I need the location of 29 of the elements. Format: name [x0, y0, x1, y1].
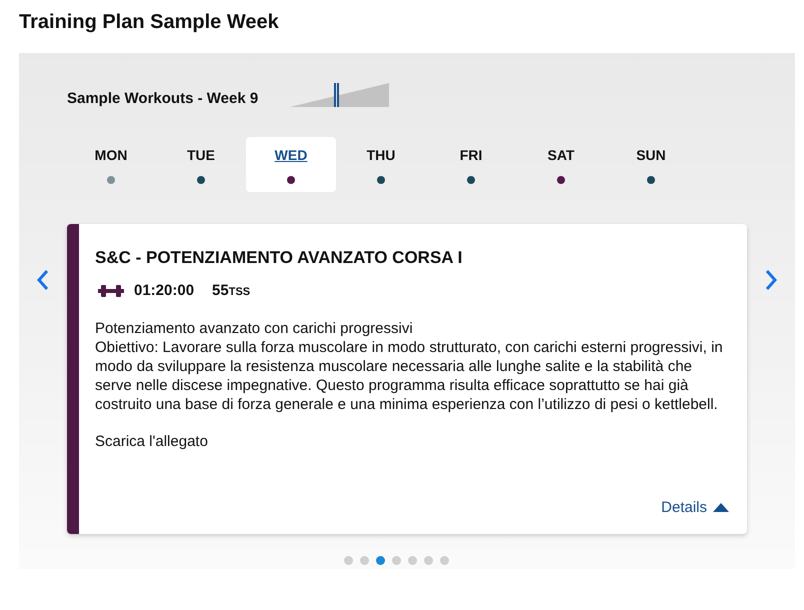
- details-button[interactable]: Details: [661, 499, 729, 516]
- dumbbell-icon: [98, 284, 124, 298]
- workout-title: S&C - POTENZIAMENTO AVANZATO CORSA I: [95, 248, 464, 268]
- day-tab[interactable]: SAT: [516, 137, 606, 192]
- day-tab[interactable]: SUN: [606, 137, 696, 192]
- pager-dot[interactable]: [440, 556, 448, 565]
- day-tab[interactable]: FRI: [426, 137, 516, 192]
- duration: 01:20:00: [134, 282, 194, 299]
- pager-dot[interactable]: [424, 556, 432, 565]
- caret-icon: [713, 503, 729, 512]
- week-slider[interactable]: [290, 83, 390, 107]
- pager-dot[interactable]: [392, 556, 400, 565]
- day-tab[interactable]: TUE: [156, 137, 246, 192]
- pager-dot[interactable]: [360, 556, 368, 565]
- previous-icon[interactable]: [36, 268, 50, 292]
- attachment-text: Scarica l'allegato: [95, 433, 209, 450]
- week-label: Sample Workouts - Week 9: [67, 90, 258, 107]
- next-icon[interactable]: [764, 268, 778, 292]
- day-tab[interactable]: THU: [336, 137, 426, 192]
- description-text: Obiettivo: Lavorare sulla forza muscolare in modo strutturato, con carichi esterni progressivi, in modo da sviluppare la resistenza muscolare necessaria alle lunghe salite e la stabilità che serve nelle discese impegnative. Questo programma risulta efficace soprattutto se hai già costruito una base di forza generale e una minima esperienza con l’utilizzo di pesi o kettlebell.: [95, 338, 724, 414]
- day-tab[interactable]: WED: [246, 137, 336, 192]
- pager-dot[interactable]: [376, 556, 384, 565]
- slider-thumb[interactable]: [334, 83, 339, 107]
- page-title: Training Plan Sample Week: [18, 10, 280, 35]
- day-tab[interactable]: MON: [66, 137, 156, 192]
- description-text: Potenziamento avanzato con carichi progressivi: [95, 319, 414, 338]
- pager-dot[interactable]: [344, 556, 352, 565]
- pager-dot[interactable]: [408, 556, 416, 565]
- tss-value: 55TSS: [212, 282, 250, 299]
